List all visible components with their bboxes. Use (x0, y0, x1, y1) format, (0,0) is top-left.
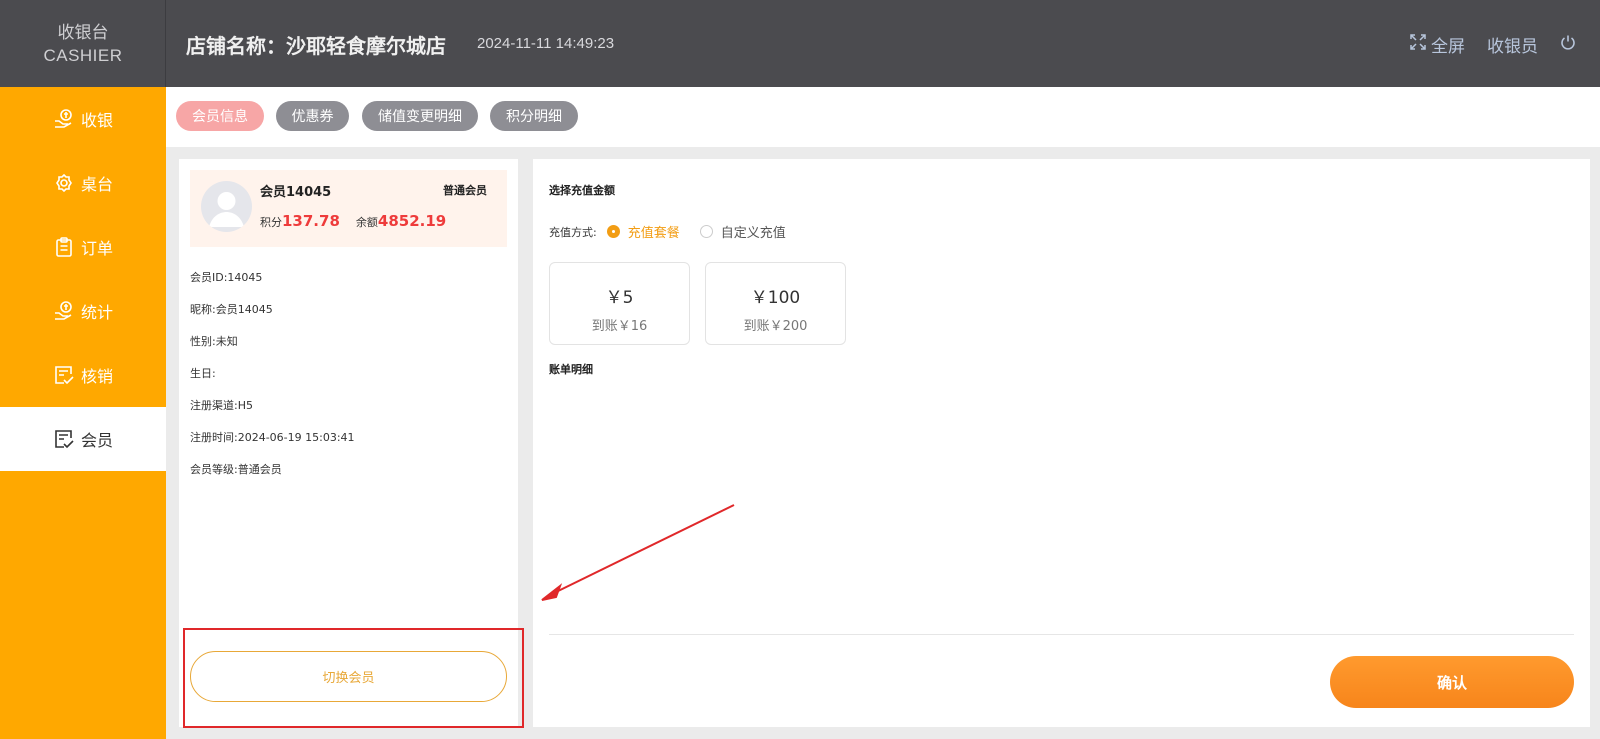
fullscreen-label: 全屏 (1431, 37, 1465, 57)
verify-check-icon (53, 364, 75, 386)
sidebar-item-verify[interactable]: 核销 (0, 343, 166, 407)
member-level: 普通会员 (443, 184, 487, 197)
highlight-box (183, 628, 524, 728)
points-label: 积分 (260, 216, 282, 229)
order-clipboard-icon (53, 236, 75, 258)
radio-dot (699, 225, 713, 238)
sidebar-item-member[interactable]: 会员 (0, 407, 166, 471)
top-header: 收银台 CASHIER 店铺名称：沙耶轻食摩尔城店 2024-11-11 14:… (0, 0, 1600, 87)
sidebar-item-label: 桌台 (80, 175, 113, 194)
bill-detail-title: 账单明细 (549, 363, 593, 376)
member-nickname: 昵称:会员14045 (190, 303, 273, 316)
confirm-button[interactable]: 确认 (1330, 656, 1574, 708)
sidebar-nav: 收银 桌台 订单 统计 核销 会员 (0, 87, 166, 739)
member-register-time: 注册时间:2024-06-19 15:03:41 (190, 431, 355, 444)
sidebar-item-orders[interactable]: 订单 (0, 215, 166, 279)
stats-hand-icon (53, 300, 75, 322)
recharge-package-card[interactable]: ￥5 到账￥16 (549, 262, 690, 345)
sidebar-item-label: 核销 (80, 367, 113, 386)
radio-label: 自定义充值 (720, 226, 786, 241)
header-actions: 全屏 收银员 (1409, 32, 1576, 57)
radio-label: 充值套餐 (627, 226, 680, 241)
balance-label: 余额 (355, 216, 378, 229)
cashier-hand-icon (53, 108, 75, 130)
store-name: 店铺名称：沙耶轻食摩尔城店 (186, 34, 446, 58)
recharge-panel: 选择充值金额 充值方式: 充值套餐 自定义充值 ￥5 到账￥16 ￥100 到账… (533, 159, 1590, 727)
balance-value: 4852.19 (377, 212, 447, 230)
member-check-icon (53, 428, 75, 450)
sidebar-item-label: 订单 (80, 239, 113, 258)
fullscreen-button[interactable]: 全屏 (1409, 32, 1465, 57)
member-channel: 注册渠道:H5 (190, 399, 253, 412)
sidebar-item-stats[interactable]: 统计 (0, 279, 166, 343)
member-gender: 性别:未知 (190, 335, 238, 348)
tab-member-info[interactable]: 会员信息 (176, 101, 264, 131)
radio-custom-recharge[interactable]: 自定义充值 (699, 222, 786, 241)
logout-button[interactable] (1560, 34, 1576, 55)
member-name: 会员14045 (260, 185, 332, 200)
recharge-package-card[interactable]: ￥100 到账￥200 (705, 262, 846, 345)
recharge-method-label: 充值方式: (549, 225, 597, 239)
cashier-user-menu[interactable]: 收银员 (1487, 32, 1538, 57)
member-stats: 积分 137.78 余额 4852.19 (260, 212, 446, 230)
package-amount: ￥100 (750, 288, 801, 308)
table-gear-icon (53, 172, 75, 194)
avatar (201, 181, 252, 232)
sidebar-item-table[interactable]: 桌台 (0, 151, 166, 215)
sidebar-item-label: 会员 (80, 431, 113, 450)
sidebar-item-cashier[interactable]: 收银 (0, 87, 166, 151)
package-credit: 到账￥16 (591, 319, 648, 334)
tab-balance-changes[interactable]: 储值变更明细 (362, 101, 478, 131)
power-icon (1560, 34, 1576, 55)
package-amount: ￥5 (605, 288, 634, 308)
brand-logo: 收银台 CASHIER (0, 0, 166, 87)
member-id: 会员ID:14045 (190, 271, 263, 284)
current-datetime: 2024-11-11 14:49:23 (477, 35, 615, 52)
sidebar-item-label: 收银 (80, 111, 113, 130)
member-birthday: 生日: (190, 367, 216, 380)
radio-dot (606, 225, 620, 238)
divider (549, 634, 1574, 635)
tab-coupons[interactable]: 优惠券 (276, 101, 349, 131)
member-grade: 会员等级:普通会员 (190, 463, 282, 476)
package-credit: 到账￥200 (743, 319, 808, 334)
radio-recharge-package[interactable]: 充值套餐 (606, 222, 680, 241)
points-value: 137.78 (282, 212, 340, 230)
member-card: 会员14045 普通会员 积分 137.78 余额 4852.19 (190, 170, 507, 247)
recharge-title: 选择充值金额 (549, 184, 615, 197)
fullscreen-icon (1409, 33, 1431, 56)
recharge-method-row: 充值方式: 充值套餐 自定义充值 (549, 222, 786, 241)
tab-points-detail[interactable]: 积分明细 (490, 101, 578, 131)
member-tabs: 会员信息 优惠券 储值变更明细 积分明细 (166, 87, 1600, 147)
brand-subtitle: CASHIER (43, 46, 123, 65)
sidebar-item-label: 统计 (80, 303, 113, 322)
brand-title: 收银台 (57, 23, 109, 43)
